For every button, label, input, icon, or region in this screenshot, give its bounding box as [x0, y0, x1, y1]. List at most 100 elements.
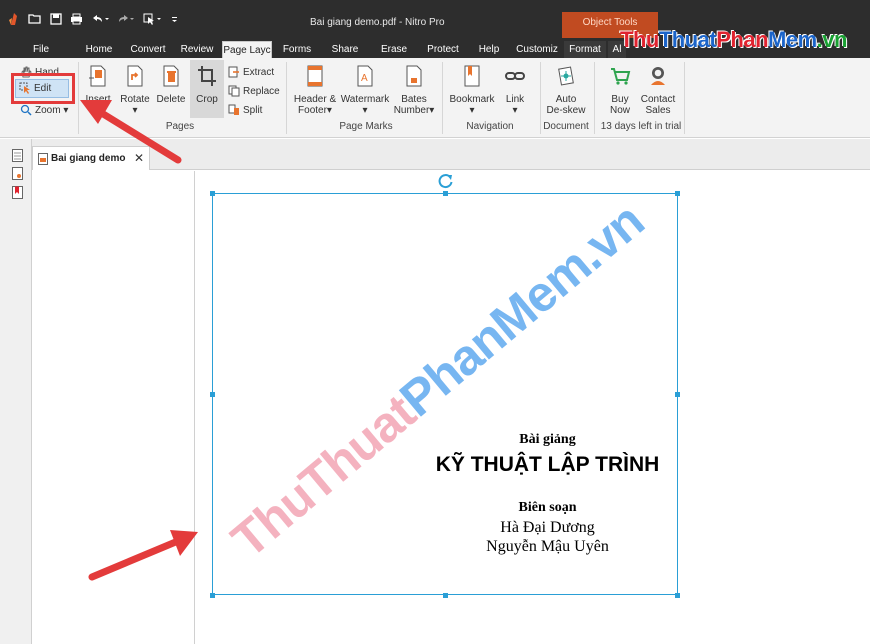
redo-icon[interactable] [117, 13, 135, 25]
bates-label-1: Bates [401, 94, 427, 105]
resize-handle[interactable] [210, 593, 215, 598]
tab-help[interactable]: Help [476, 41, 502, 58]
extract-button[interactable]: Extract [228, 66, 274, 78]
resize-handle[interactable] [443, 593, 448, 598]
tab-protect[interactable]: Protect [423, 41, 463, 58]
brand-part-2: Thuat [658, 27, 717, 52]
replace-button[interactable]: Replace [228, 85, 280, 97]
ribbon-panel: Hand Zoom ▾ Insert Rotate ▾ Delete Crop … [0, 58, 870, 138]
pages-panel-icon[interactable] [12, 149, 23, 162]
link-dropdown-arrow[interactable]: ▾ [500, 105, 530, 116]
document-tab-label: Bai giang demo [51, 153, 126, 164]
page-marks-group-label: Page Marks [339, 121, 393, 132]
resize-handle[interactable] [443, 191, 448, 196]
nitro-logo-icon [9, 13, 17, 25]
zoom-tool-label: Zoom ▾ [35, 104, 69, 116]
buy-now-button[interactable]: Buy Now [604, 64, 636, 116]
tab-convert[interactable]: Convert [127, 41, 169, 58]
rotate-page-button[interactable]: Rotate ▾ [118, 64, 152, 116]
insert-page-icon [89, 65, 106, 87]
brand-part-4: Mem [768, 27, 817, 52]
auto-deskew-label-1: Auto [555, 94, 577, 105]
bookmark-label: Bookmark [449, 94, 495, 105]
undo-icon[interactable] [91, 13, 109, 25]
rotate-icon[interactable] [437, 172, 455, 190]
header-footer-button[interactable]: Header & Footer▾ [292, 64, 338, 116]
ribbon-divider [286, 62, 287, 134]
pdf-document-icon [38, 153, 48, 165]
delete-page-label: Delete [156, 94, 186, 105]
svg-text:A: A [361, 73, 368, 84]
print-icon[interactable] [70, 13, 83, 25]
bookmarks-panel-icon[interactable] [12, 186, 23, 199]
tab-customize[interactable]: Customiz [513, 41, 561, 58]
rotate-page-icon [127, 65, 143, 87]
ribbon-divider [594, 62, 595, 134]
tab-home[interactable]: Home [84, 41, 114, 58]
extract-icon [228, 66, 239, 78]
resize-handle[interactable] [675, 392, 680, 397]
replace-icon [228, 85, 240, 97]
resize-handle[interactable] [675, 191, 680, 196]
contact-sales-icon [651, 67, 665, 85]
split-button[interactable]: Split [228, 104, 262, 116]
tab-format[interactable]: Format [564, 41, 606, 58]
pages-group-label: Pages [165, 121, 195, 132]
document-author-2: Nguyễn Mậu Uyên [486, 538, 609, 555]
split-icon [228, 104, 239, 115]
zoom-tool[interactable]: Zoom ▾ [20, 104, 68, 116]
bates-number-button[interactable]: Bates Number▾ [392, 64, 436, 116]
ribbon-divider [78, 62, 79, 134]
watermark-icon: A [357, 65, 373, 87]
rotate-page-label: Rotate [120, 94, 150, 105]
auto-deskew-icon [558, 66, 574, 86]
rotate-dropdown-arrow[interactable]: ▾ [118, 105, 152, 116]
close-icon[interactable]: ✕ [134, 151, 144, 165]
open-folder-icon[interactable] [28, 13, 42, 25]
tab-review[interactable]: Review [178, 41, 216, 58]
ribbon-divider [442, 62, 443, 134]
document-group-label: Document [543, 121, 589, 132]
shopping-cart-icon [611, 68, 631, 85]
contact-sales-button[interactable]: Contact Sales [637, 64, 679, 116]
buy-now-label-1: Buy [611, 94, 629, 105]
delete-page-button[interactable]: Delete [155, 64, 187, 105]
trial-group-label: 13 days left in trial [600, 121, 682, 132]
insert-page-button[interactable]: Insert [84, 64, 112, 105]
tab-forms[interactable]: Forms [280, 41, 314, 58]
watermark-button[interactable]: A Watermark ▾ [339, 64, 391, 116]
tab-erase[interactable]: Erase [378, 41, 410, 58]
crop-icon [198, 66, 216, 86]
resize-handle[interactable] [675, 593, 680, 598]
header-footer-label-1: Header & [293, 94, 337, 105]
auto-deskew-button[interactable]: Auto De-skew [544, 64, 588, 116]
tab-file[interactable]: File [30, 41, 52, 58]
bates-number-icon [406, 65, 422, 87]
attachments-panel-icon[interactable] [12, 167, 23, 180]
extract-label: Extract [243, 66, 275, 78]
document-title: KỸ THUẬT LẬP TRÌNH [435, 453, 660, 476]
replace-label: Replace [243, 85, 280, 97]
ribbon-divider [684, 62, 685, 134]
resize-handle[interactable] [210, 392, 215, 397]
save-icon[interactable] [50, 13, 62, 25]
document-tab[interactable]: Bai giang demo ✕ [32, 146, 150, 170]
bookmark-button[interactable]: Bookmark ▾ [448, 64, 496, 116]
crop-label: Crop [196, 94, 218, 105]
tab-page-layout[interactable]: Page Layc [222, 41, 272, 58]
tab-share[interactable]: Share [328, 41, 362, 58]
contact-sales-label-1: Contact [640, 94, 676, 105]
document-role-label: Biên soạn [518, 500, 577, 515]
resize-handle[interactable] [210, 191, 215, 196]
customize-toolbar-icon[interactable] [171, 13, 178, 25]
bookmark-dropdown-arrow[interactable]: ▾ [448, 105, 496, 116]
header-footer-icon [307, 65, 323, 87]
watermark-dropdown-arrow[interactable]: ▾ [339, 105, 391, 116]
edit-highlight-box [11, 73, 75, 104]
link-label: Link [505, 94, 525, 105]
link-button[interactable]: Link ▾ [500, 64, 530, 116]
select-tool-icon[interactable] [143, 13, 163, 25]
brand-part-3: Phan [716, 27, 769, 52]
crop-button[interactable]: Crop [190, 60, 224, 118]
navigation-group-label: Navigation [466, 121, 514, 132]
